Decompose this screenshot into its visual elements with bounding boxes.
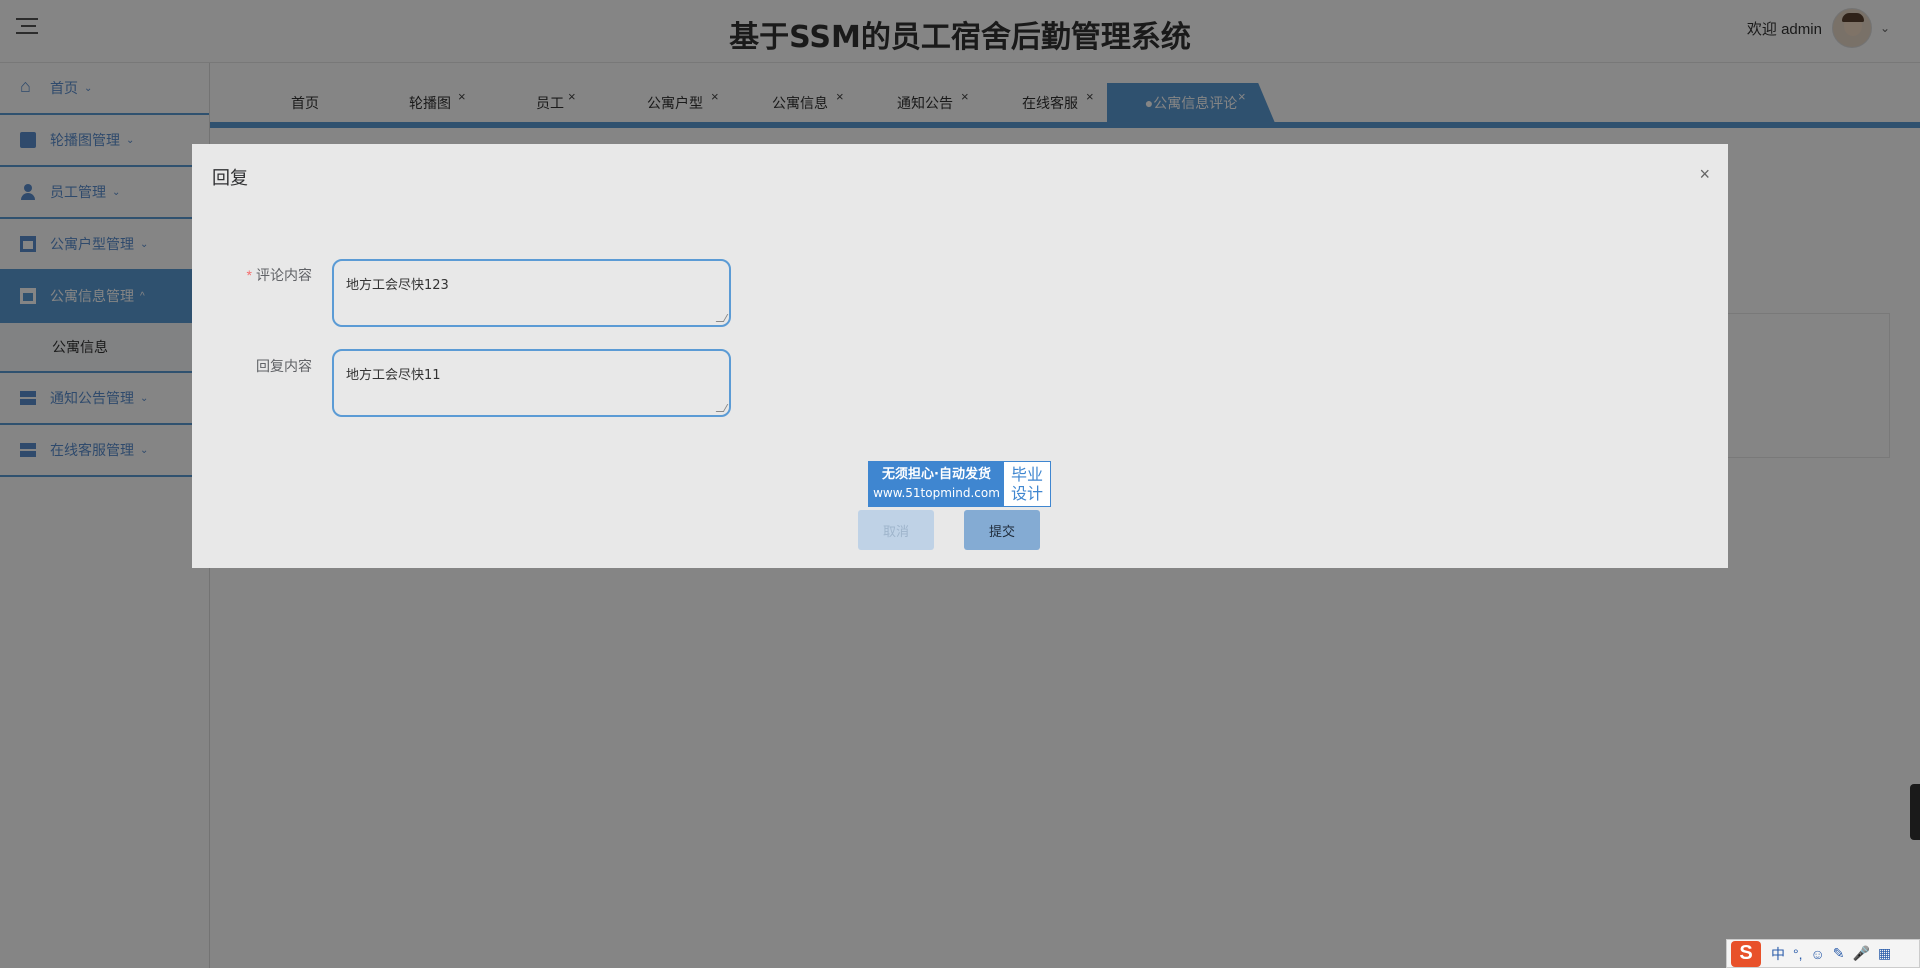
sogou-logo-icon[interactable]: S [1731, 940, 1761, 967]
watermark-right: 毕业 设计 [1004, 462, 1050, 506]
required-mark: * [246, 267, 252, 283]
resize-handle[interactable] [715, 314, 729, 322]
watermark-left: 无须担心·自动发货 www.51topmind.com [869, 462, 1004, 506]
ime-punct-icon[interactable]: °, [1793, 946, 1803, 962]
ime-mic-icon[interactable]: 🎤 [1853, 945, 1870, 962]
reply-value: 地方工会尽快11 [346, 368, 441, 383]
watermark-line1: 无须担心·自动发货 [882, 467, 991, 482]
resize-handle[interactable] [715, 404, 729, 412]
ime-toolbar: S 中 °, ☺ ✎ 🎤 ▦ [1726, 939, 1920, 968]
ime-grid-icon[interactable]: ▦ [1878, 945, 1891, 962]
side-panel-handle[interactable] [1910, 784, 1920, 840]
ime-pen-icon[interactable]: ✎ [1833, 945, 1845, 962]
cancel-button[interactable]: 取消 [858, 510, 934, 550]
comment-value: 地方工会尽快123 [346, 278, 449, 293]
comment-label-text: 评论内容 [256, 267, 312, 283]
reply-textarea[interactable]: 地方工会尽快11 [332, 349, 731, 417]
dialog-title: 回复 [212, 168, 248, 188]
reply-label: 回复内容 [192, 356, 312, 376]
ime-emoji-icon[interactable]: ☺ [1811, 946, 1825, 962]
watermark-right2: 设计 [1010, 484, 1043, 503]
watermark-badge: 无须担心·自动发货 www.51topmind.com 毕业 设计 [868, 461, 1051, 507]
close-icon[interactable]: × [1699, 164, 1710, 185]
comment-label: * 评论内容 [192, 265, 312, 285]
watermark-right1: 毕业 [1010, 465, 1043, 484]
watermark-url: www.51topmind.com [873, 486, 1000, 500]
comment-textarea[interactable]: 地方工会尽快123 [332, 259, 731, 327]
ime-mode-icon[interactable]: 中 [1771, 944, 1785, 964]
submit-button[interactable]: 提交 [964, 510, 1040, 550]
reply-label-text: 回复内容 [256, 358, 312, 374]
